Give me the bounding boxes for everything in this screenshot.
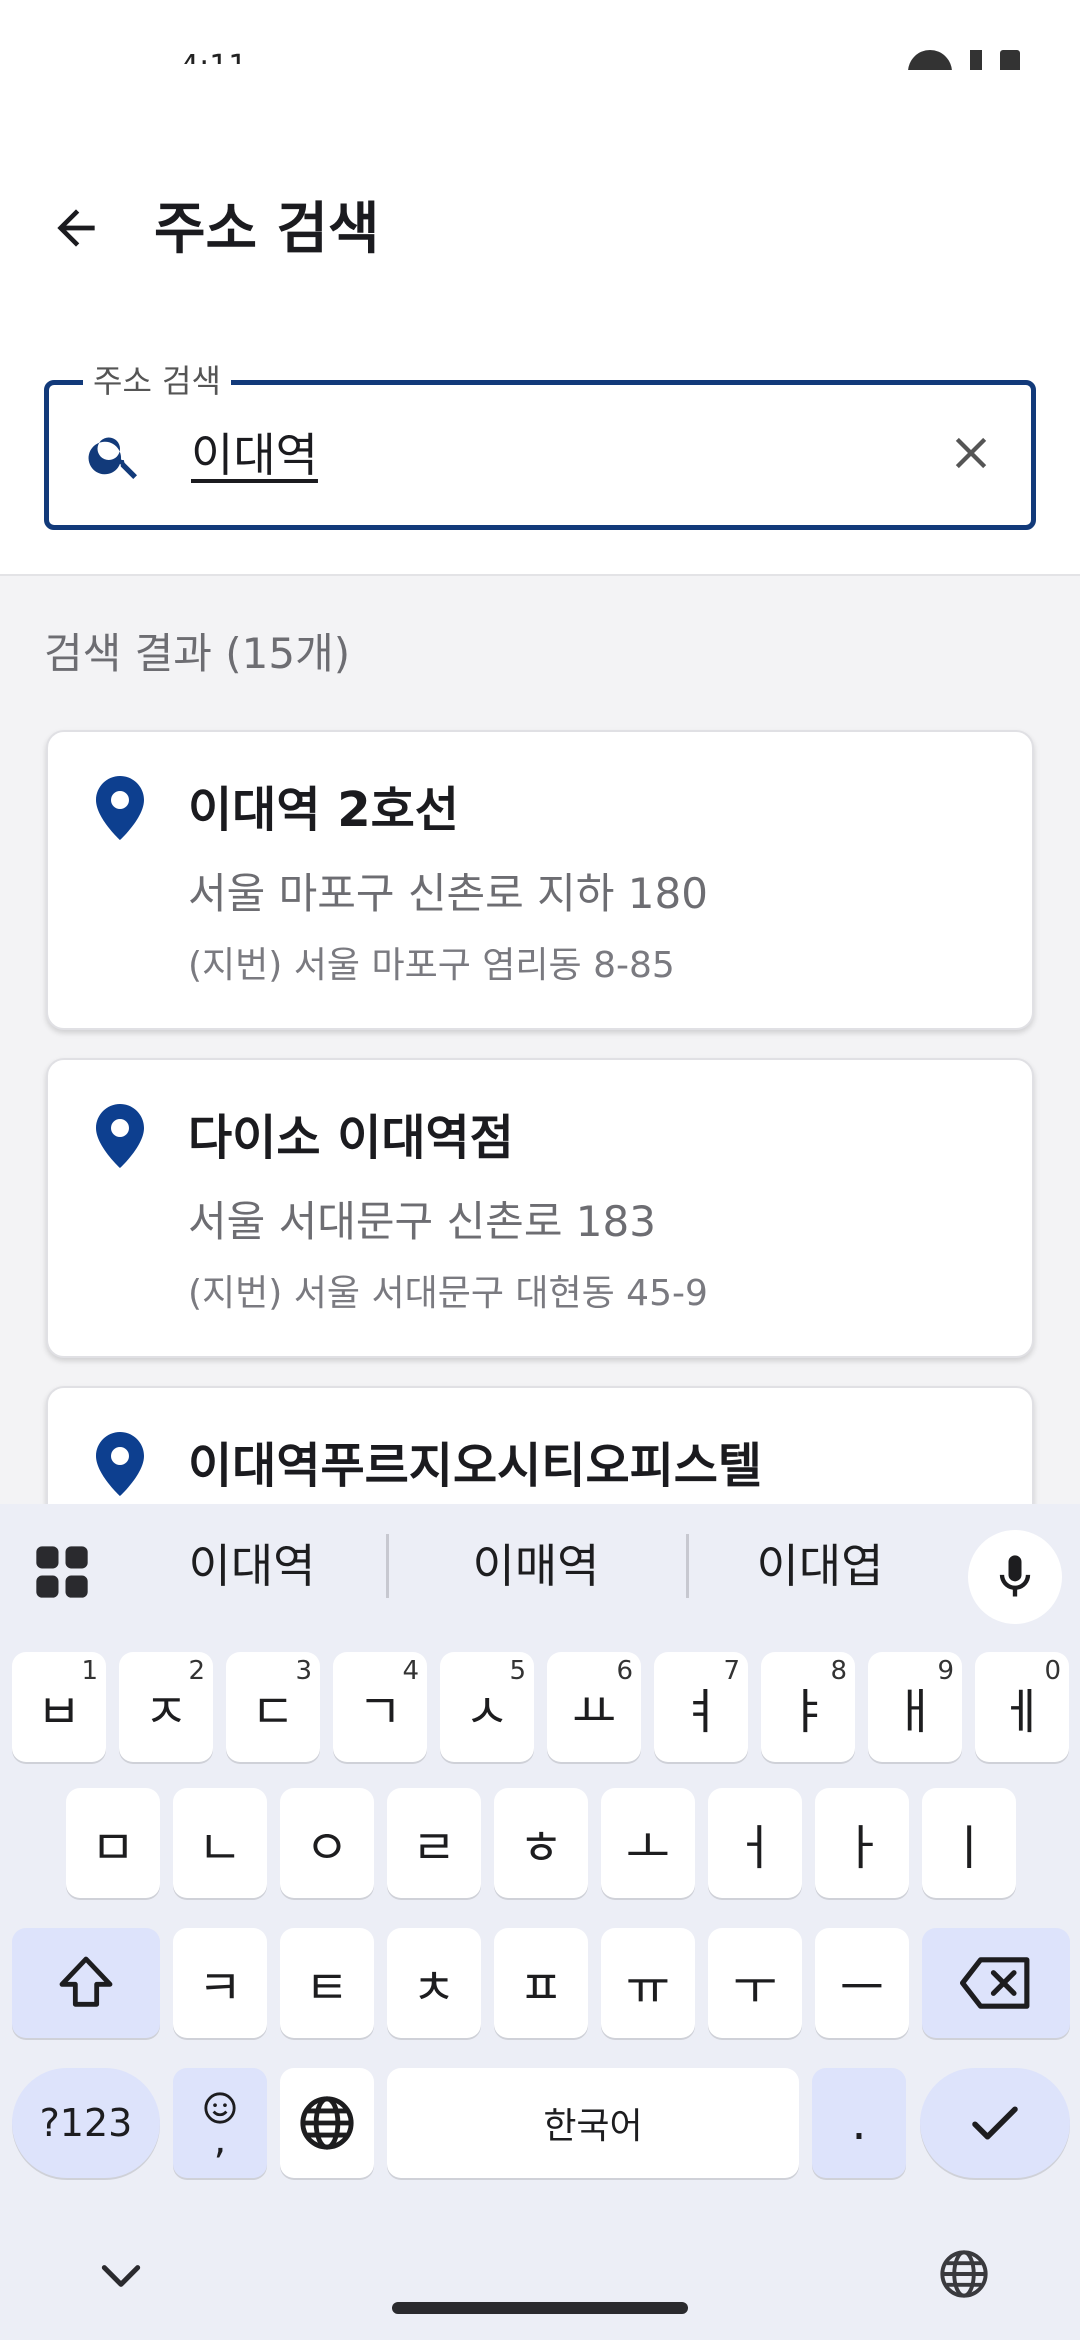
backspace-icon	[960, 1957, 1030, 2009]
status-time: 4:11	[180, 44, 247, 64]
key-d[interactable]: ㄷ3	[226, 1652, 320, 1762]
key-ch[interactable]: ㅊ	[387, 1928, 481, 2038]
key-o[interactable]: ㅗ	[601, 1788, 695, 1898]
key-ya[interactable]: ㅑ8	[761, 1652, 855, 1762]
location-pin-icon	[96, 776, 144, 840]
key-e[interactable]: ㅔ0	[975, 1652, 1069, 1762]
enter-key[interactable]	[920, 2068, 1070, 2178]
backspace-key[interactable]	[922, 1928, 1070, 2038]
microphone-icon	[999, 1555, 1031, 1597]
result-road-address: 서울 마포구 신촌로 지하 180	[188, 869, 708, 918]
suggestion-divider	[386, 1534, 389, 1598]
period-key[interactable]: .	[812, 2068, 906, 2178]
space-key[interactable]: 한국어	[387, 2068, 799, 2178]
key-t[interactable]: ㅌ	[280, 1928, 374, 2038]
emoji-comma-key[interactable]: ,	[173, 2068, 267, 2178]
result-title: 이대역푸르지오시티오피스텔	[188, 1438, 763, 1494]
key-u[interactable]: ㅜ	[708, 1928, 802, 2038]
results-count: 검색 결과 (15개)	[44, 629, 351, 678]
result-card[interactable]: 이대역 2호선 서울 마포구 신촌로 지하 180 (지번) 서울 마포구 염리…	[46, 730, 1034, 1030]
wifi-icon	[970, 50, 982, 70]
language-key[interactable]	[280, 2068, 374, 2178]
shift-key[interactable]	[12, 1928, 160, 2038]
key-j[interactable]: ㅈ2	[119, 1652, 213, 1762]
key-s[interactable]: ㅅ5	[440, 1652, 534, 1762]
location-pin-icon	[96, 1104, 144, 1168]
key-r[interactable]: ㄹ	[387, 1788, 481, 1898]
key-k[interactable]: ㅋ	[173, 1928, 267, 2038]
header: 주소 검색 주소 검색 이대역	[0, 80, 1080, 576]
apps-grid-icon[interactable]	[34, 1544, 90, 1600]
result-title: 이대역 2호선	[188, 782, 459, 838]
globe-icon[interactable]	[938, 2248, 990, 2300]
status-bar: 4:11	[0, 0, 1080, 80]
key-i[interactable]: ㅣ	[922, 1788, 1016, 1898]
key-g[interactable]: ㄱ4	[333, 1652, 427, 1762]
result-jibun-address: (지번) 서울 마포구 염리동 8-85	[188, 945, 675, 986]
key-eu[interactable]: ㅡ	[815, 1928, 909, 2038]
key-b[interactable]: ㅂ1	[12, 1652, 106, 1762]
symbols-key[interactable]: ?123	[12, 2068, 160, 2178]
search-icon	[88, 437, 137, 479]
back-button[interactable]	[40, 192, 112, 264]
result-title: 다이소 이대역점	[188, 1110, 514, 1166]
suggestion-1[interactable]: 이대역	[112, 1530, 392, 1602]
home-handle[interactable]	[392, 2302, 688, 2314]
result-card[interactable]: 다이소 이대역점 서울 서대문구 신촌로 183 (지번) 서울 서대문구 대현…	[46, 1058, 1034, 1358]
suggestion-2[interactable]: 이매역	[396, 1530, 676, 1602]
suggestion-3[interactable]: 이대엽	[680, 1530, 960, 1602]
key-m[interactable]: ㅁ	[66, 1788, 160, 1898]
result-road-address: 서울 서대문구 신촌로 183	[188, 1197, 656, 1246]
key-yeo[interactable]: ㅕ7	[654, 1652, 748, 1762]
signal-icon	[908, 50, 952, 70]
key-a[interactable]: ㅏ	[815, 1788, 909, 1898]
search-field-label: 주소 검색	[83, 359, 231, 403]
globe-icon	[300, 2096, 354, 2150]
checkmark-icon	[972, 2106, 1018, 2140]
search-input[interactable]: 이대역	[191, 423, 318, 487]
chevron-down-icon[interactable]	[96, 2256, 146, 2296]
location-pin-icon	[96, 1432, 144, 1496]
battery-icon	[1000, 50, 1020, 70]
clear-button[interactable]	[939, 421, 1003, 485]
voice-input-button[interactable]	[968, 1530, 1062, 1624]
key-eo[interactable]: ㅓ	[708, 1788, 802, 1898]
address-search-field[interactable]: 주소 검색 이대역	[44, 359, 1036, 530]
status-icons	[908, 50, 1020, 70]
keyboard: 이대역 이매역 이대엽	[0, 1504, 1080, 2340]
page-title: 주소 검색	[154, 197, 380, 262]
shift-icon	[59, 1956, 113, 2007]
key-n[interactable]: ㄴ	[173, 1788, 267, 1898]
key-yu[interactable]: ㅠ	[601, 1928, 695, 2038]
arrow-left-icon	[57, 209, 95, 247]
key-ae[interactable]: ㅐ9	[868, 1652, 962, 1762]
close-icon	[955, 437, 987, 469]
key-ng[interactable]: ㅇ	[280, 1788, 374, 1898]
key-h[interactable]: ㅎ	[494, 1788, 588, 1898]
key-yo[interactable]: ㅛ6	[547, 1652, 641, 1762]
key-p[interactable]: ㅍ	[494, 1928, 588, 2038]
suggestion-bar: 이대역 이매역 이대엽	[0, 1504, 1080, 1628]
result-jibun-address: (지번) 서울 서대문구 대현동 45-9	[188, 1273, 708, 1314]
